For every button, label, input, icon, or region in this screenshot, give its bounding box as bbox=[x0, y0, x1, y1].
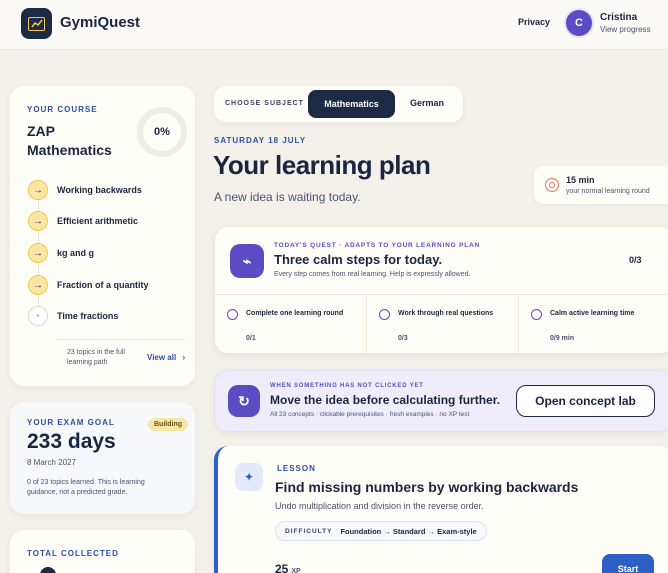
quest-step-progress: 0/9 min bbox=[550, 335, 575, 342]
lesson-subtitle: Undo multiplication and division in the … bbox=[275, 501, 484, 511]
course-eyebrow: YOUR COURSE bbox=[27, 105, 98, 114]
course-progress-ring: 0% bbox=[137, 107, 187, 157]
quest-step-progress: 0/3 bbox=[398, 335, 408, 342]
subject-chooser: CHOOSE SUBJECT Mathematics German bbox=[214, 86, 463, 122]
quest-steps: Complete one learning round 0/1 Work thr… bbox=[215, 294, 668, 356]
circle-icon bbox=[227, 309, 238, 320]
topic-label: Working backwards bbox=[57, 185, 142, 195]
quest-subtitle: Every step comes from real learning. Hel… bbox=[274, 271, 471, 278]
exam-eyebrow: YOUR EXAM GOAL bbox=[27, 418, 115, 427]
coin-icon bbox=[40, 567, 56, 573]
difficulty-pill: DIFFICULTY Foundation → Standard → Exam-… bbox=[275, 521, 487, 541]
quest-step[interactable]: Work through real questions 0/3 bbox=[367, 295, 519, 356]
quest-eyebrow: TODAY'S QUEST · ADAPTS TO YOUR LEARNING … bbox=[274, 242, 481, 249]
target-icon bbox=[545, 178, 559, 192]
quest-card: ⌁ TODAY'S QUEST · ADAPTS TO YOUR LEARNIN… bbox=[214, 226, 668, 356]
dot-icon: • bbox=[28, 306, 48, 326]
topic-item[interactable]: → Efficient arithmetic bbox=[28, 211, 138, 231]
topic-item[interactable]: • Time fractions bbox=[28, 306, 118, 326]
arrow-right-icon: → bbox=[28, 275, 48, 295]
chart-trend-icon bbox=[28, 16, 45, 31]
course-title: ZAP Mathematics bbox=[27, 123, 112, 158]
topic-item[interactable]: → kg and g bbox=[28, 243, 94, 263]
course-footer-note: 23 topics in the full learning path bbox=[67, 349, 125, 366]
tab-german[interactable]: German bbox=[410, 98, 444, 108]
course-card: YOUR COURSE ZAP Mathematics 0% → Working… bbox=[10, 86, 195, 386]
lesson-card: ✦ LESSON Find missing numbers by working… bbox=[214, 446, 668, 573]
xp-value: 25 bbox=[275, 562, 289, 573]
arrow-right-icon: → bbox=[28, 180, 48, 200]
topic-item[interactable]: → Fraction of a quantity bbox=[28, 275, 149, 295]
view-progress-link[interactable]: View progress bbox=[600, 25, 651, 34]
quest-step-title: Work through real questions bbox=[398, 310, 494, 317]
minutes-caption: your normal learning round bbox=[566, 188, 650, 195]
lab-eyebrow: WHEN SOMETHING HAS NOT CLICKED YET bbox=[270, 383, 424, 389]
brand-name[interactable]: GymiQuest bbox=[60, 14, 140, 31]
date-label: SATURDAY 18 JULY bbox=[214, 136, 307, 145]
quest-count: 0/3 bbox=[629, 255, 642, 265]
topic-label: Efficient arithmetic bbox=[57, 216, 139, 226]
quest-step[interactable]: Complete one learning round 0/1 bbox=[215, 295, 367, 356]
divider bbox=[57, 339, 185, 340]
days-remaining: 233 days bbox=[27, 430, 116, 453]
page-title: Your learning plan bbox=[213, 150, 431, 180]
topic-label: kg and g bbox=[57, 248, 95, 258]
quest-step-title: Complete one learning round bbox=[246, 310, 344, 317]
lab-subtitle: All 23 concepts · clickable prerequisite… bbox=[270, 411, 470, 418]
xp-unit: XP bbox=[291, 568, 301, 573]
topic-label: Time fractions bbox=[57, 311, 119, 321]
topic-item[interactable]: → Working backwards bbox=[28, 180, 142, 200]
subject-label: CHOOSE SUBJECT bbox=[225, 100, 304, 107]
avatar[interactable]: C bbox=[566, 10, 592, 36]
tab-mathematics[interactable]: Mathematics bbox=[308, 90, 395, 118]
page-subtitle: A new idea is waiting today. bbox=[214, 190, 361, 204]
start-button[interactable]: Start bbox=[602, 554, 654, 573]
top-bar: GymiQuest Privacy C Cristina View progre… bbox=[0, 0, 668, 50]
open-concept-lab-button[interactable]: Open concept lab bbox=[516, 385, 655, 417]
sparkle-icon: ✦ bbox=[235, 463, 263, 491]
quest-step-title: Calm active learning time bbox=[550, 310, 635, 317]
total-eyebrow: TOTAL COLLECTED bbox=[27, 549, 119, 558]
logo[interactable] bbox=[21, 8, 52, 39]
view-all-link[interactable]: View all › bbox=[147, 353, 185, 362]
lesson-eyebrow: LESSON bbox=[277, 464, 316, 473]
privacy-link[interactable]: Privacy bbox=[518, 17, 550, 27]
xp-reward: 25 XP bbox=[275, 562, 301, 573]
topic-label: Fraction of a quantity bbox=[57, 280, 149, 290]
learning-round-card: 15 min your normal learning round bbox=[534, 166, 668, 204]
lesson-title: Find missing numbers by working backward… bbox=[275, 479, 579, 495]
bolt-icon: ⌁ bbox=[230, 244, 264, 278]
quest-step[interactable]: Calm active learning time 0/9 min bbox=[519, 295, 668, 356]
exam-note: 0 of 23 topics learned. This is learning… bbox=[27, 479, 145, 496]
chevron-right-icon: › bbox=[182, 353, 186, 362]
arrow-right-icon: → bbox=[28, 243, 48, 263]
difficulty-label: DIFFICULTY bbox=[285, 527, 333, 535]
exam-date: 8 March 2027 bbox=[27, 458, 76, 467]
exam-goal-card: YOUR EXAM GOAL Building 233 days 8 March… bbox=[10, 402, 195, 514]
view-all-label: View all bbox=[147, 353, 177, 362]
quest-step-progress: 0/1 bbox=[246, 335, 256, 342]
difficulty-value: Foundation → Standard → Exam-style bbox=[340, 526, 477, 536]
user-name[interactable]: Cristina bbox=[600, 12, 637, 23]
quest-title: Three calm steps for today. bbox=[274, 252, 443, 267]
total-collected-card: TOTAL COLLECTED bbox=[10, 530, 195, 573]
concept-lab-card: ↻ WHEN SOMETHING HAS NOT CLICKED YET Mov… bbox=[214, 370, 668, 432]
lab-title: Move the idea before calculating further… bbox=[270, 393, 501, 407]
refresh-icon: ↻ bbox=[228, 385, 260, 417]
arrow-right-icon: → bbox=[28, 211, 48, 231]
minutes-value: 15 min bbox=[566, 175, 595, 185]
circle-icon bbox=[379, 309, 390, 320]
circle-icon bbox=[531, 309, 542, 320]
status-badge: Building bbox=[148, 418, 188, 431]
